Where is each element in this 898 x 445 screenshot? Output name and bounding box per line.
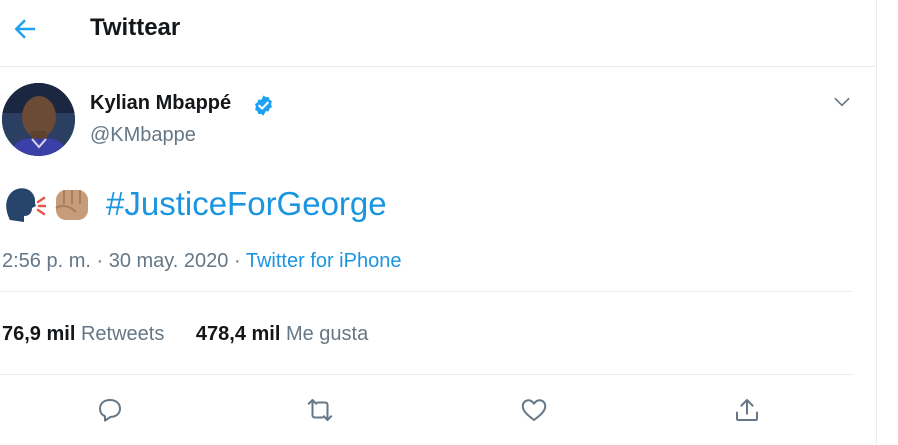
retweets-label: Retweets: [75, 323, 165, 345]
likes-count: 478,4 mil: [195, 323, 281, 345]
speaking-head-emoji-icon: [6, 188, 46, 222]
heart-icon: [521, 399, 547, 421]
likes-label: Me gusta: [280, 323, 369, 345]
tweet-stats: 76,9 mil Retweets 478,4 mil Me gusta: [2, 323, 394, 346]
speech-bubble-icon: [99, 399, 121, 422]
tweet-timestamp[interactable]: 2:56 p. m. · 30 may. 2020 ·: [2, 250, 246, 272]
arrow-left-icon[interactable]: [10, 14, 40, 44]
raised-fist-emoji-icon: [55, 190, 88, 220]
author-handle[interactable]: @KMbappe: [90, 124, 196, 147]
page-title: Twittear: [90, 14, 181, 41]
avatar[interactable]: [2, 83, 75, 156]
author-name[interactable]: Kylian Mbappé: [90, 92, 231, 115]
tweet-detail-panel: Twittear Kylian Mbappé @KMbappe #Justice…: [0, 0, 877, 445]
retweet-icon: [307, 399, 333, 421]
like-button[interactable]: [516, 392, 552, 428]
retweets-count: 76,9 mil: [2, 323, 76, 345]
share-button[interactable]: [729, 392, 765, 428]
share-upload-icon: [736, 399, 758, 421]
hashtag-link[interactable]: #JusticeForGeorge: [106, 185, 387, 223]
chevron-down-icon[interactable]: [832, 92, 852, 112]
retweet-button[interactable]: [302, 392, 338, 428]
verified-badge-icon: [255, 95, 272, 116]
tweet-meta: 2:56 p. m. · 30 may. 2020 · Twitter for …: [2, 250, 401, 273]
reply-button[interactable]: [92, 392, 128, 428]
tweet-text: #JusticeForGeorge: [2, 182, 387, 226]
retweets-stat[interactable]: 76,9 mil Retweets: [2, 323, 164, 346]
tweet-actions: [0, 392, 853, 432]
divider: [0, 374, 853, 375]
likes-stat[interactable]: 478,4 mil Me gusta: [196, 323, 368, 346]
divider: [0, 291, 853, 292]
tweet-source-link[interactable]: Twitter for iPhone: [246, 250, 402, 272]
page-header: Twittear: [0, 0, 876, 67]
